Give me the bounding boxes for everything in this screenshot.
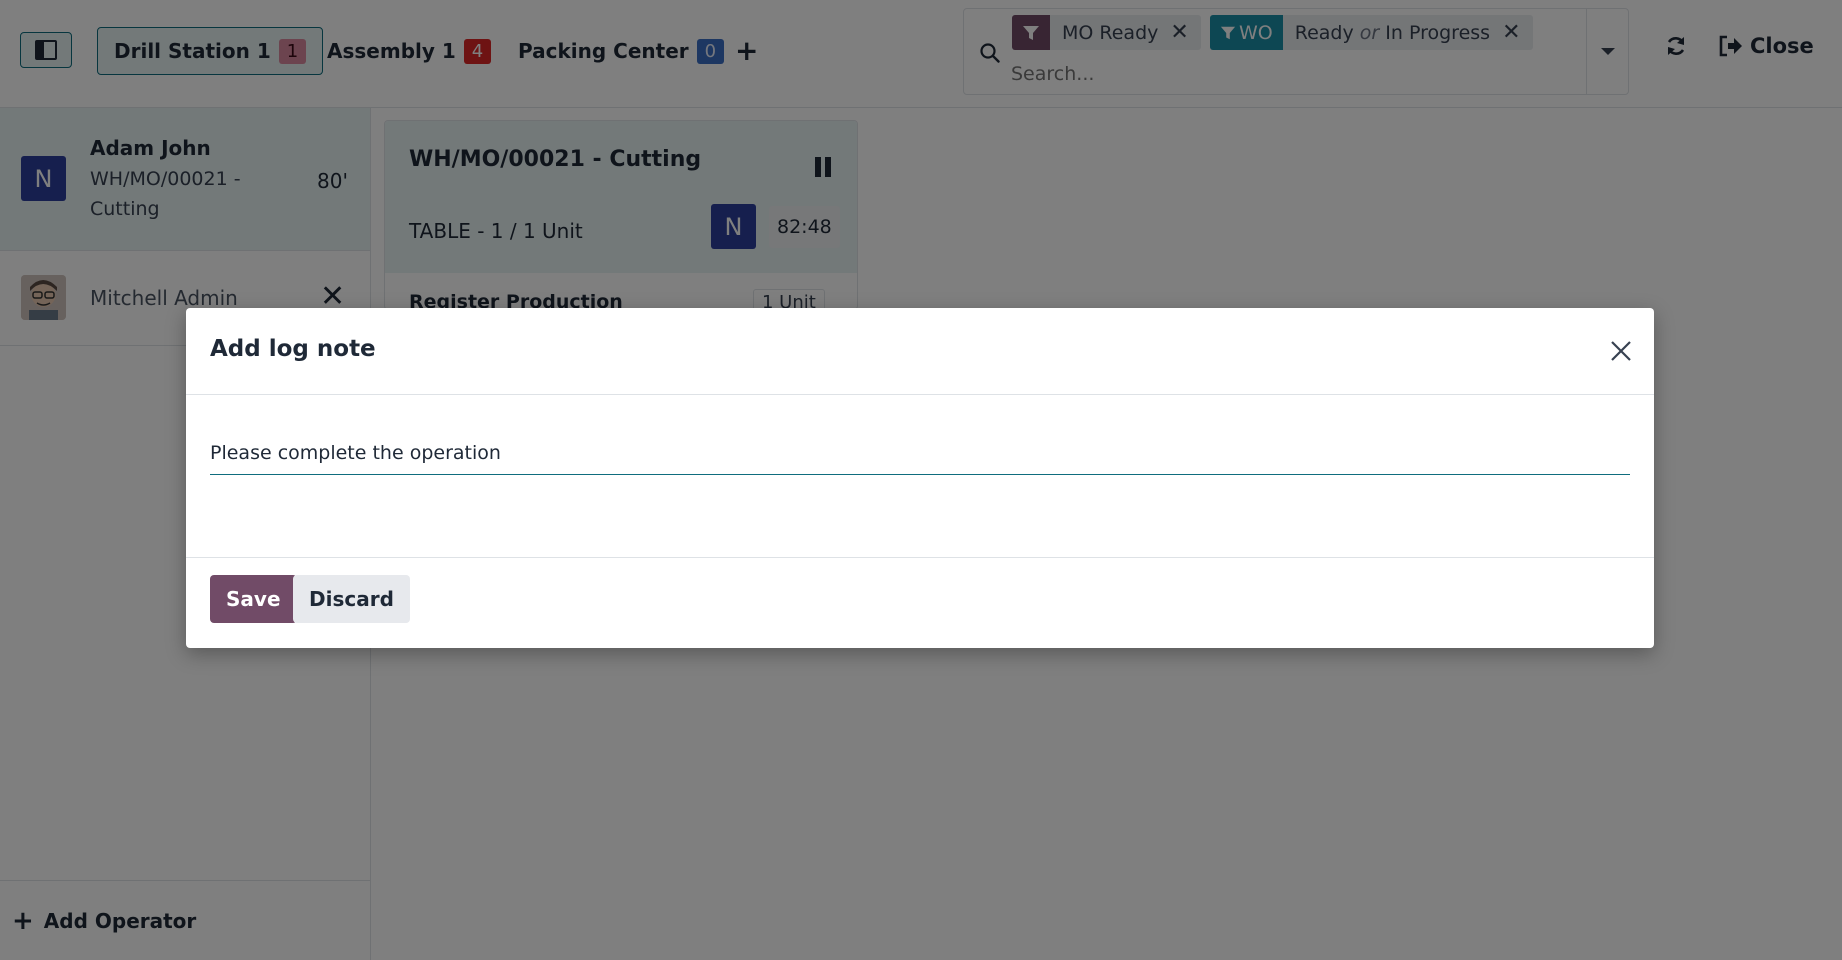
log-note-input[interactable]	[210, 431, 1630, 475]
close-icon[interactable]	[1606, 336, 1636, 366]
save-button[interactable]: Save	[210, 575, 297, 623]
dialog-body	[186, 395, 1654, 558]
add-log-note-dialog: Add log note Save Discard	[186, 308, 1654, 648]
discard-button[interactable]: Discard	[293, 575, 410, 623]
dialog-title: Add log note	[210, 336, 376, 362]
dialog-header: Add log note	[186, 308, 1654, 395]
